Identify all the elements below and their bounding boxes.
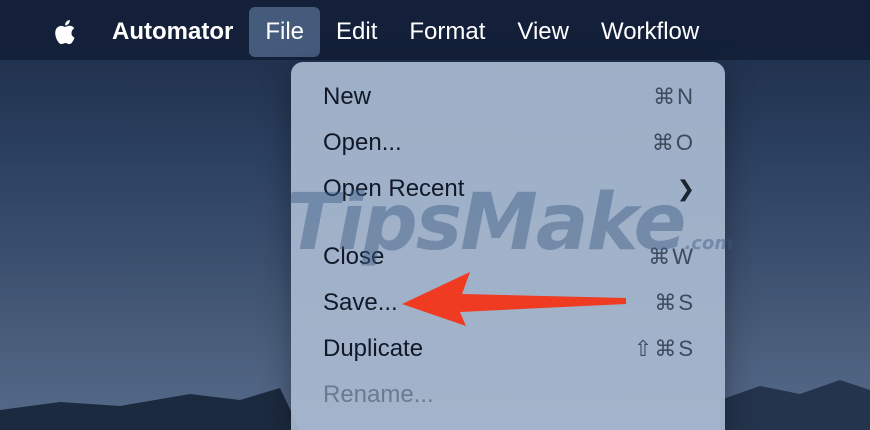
menu-item-save[interactable]: Save... ⌘S (291, 280, 725, 326)
menu-bar: Automator File Edit Format View Workflow (0, 0, 870, 60)
menu-item-label: New (323, 83, 372, 110)
menu-item-label: Close (323, 243, 385, 270)
menu-edit[interactable]: Edit (320, 7, 393, 57)
menu-item-label: Open Recent (323, 175, 465, 202)
menu-workflow[interactable]: Workflow (585, 7, 715, 57)
menu-format[interactable]: Format (393, 7, 501, 57)
shortcut-label: ⌘S (654, 290, 695, 315)
apple-logo-icon (55, 20, 75, 45)
shortcut-label: ⌘W (648, 244, 695, 269)
menu-view[interactable]: View (501, 7, 585, 57)
file-menu-dropdown: New ⌘N Open... ⌘O Open Recent ❯ Close ⌘W… (291, 62, 725, 430)
menu-item-open-recent[interactable]: Open Recent ❯ (291, 166, 725, 212)
menu-item-label: Save... (323, 289, 398, 316)
shortcut-label: ⇧⌘S (633, 336, 695, 361)
menu-file[interactable]: File (249, 7, 320, 57)
menu-item-duplicate[interactable]: Duplicate ⇧⌘S (291, 326, 725, 372)
menu-separator (291, 223, 725, 224)
menu-item-close[interactable]: Close ⌘W (291, 234, 725, 280)
chevron-right-icon: ❯ (676, 176, 695, 201)
app-menu-automator[interactable]: Automator (112, 7, 249, 57)
menu-item-new[interactable]: New ⌘N (291, 74, 725, 120)
shortcut-label: ⌘N (653, 84, 695, 109)
shortcut-label: ⌘O (651, 130, 695, 155)
menu-item-rename: Rename... (291, 372, 725, 418)
menu-item-label: Open... (323, 129, 402, 156)
menu-item-label: Duplicate (323, 335, 424, 362)
apple-menu[interactable] (0, 7, 112, 57)
menu-item-open[interactable]: Open... ⌘O (291, 120, 725, 166)
menu-item-label: Rename... (323, 381, 434, 408)
